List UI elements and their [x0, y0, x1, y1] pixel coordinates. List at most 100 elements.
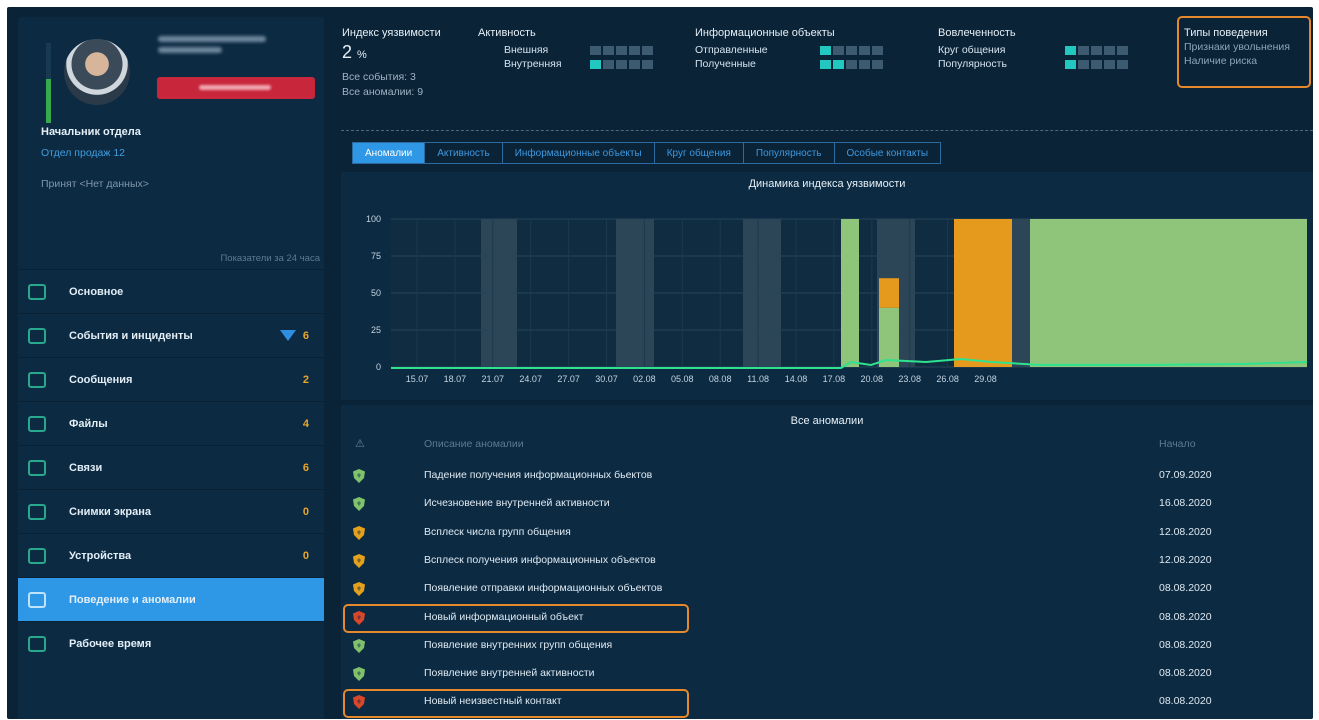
anomaly-description: Всплеск получения информационных объекто…	[424, 553, 656, 566]
activity-internal-meter	[590, 60, 653, 69]
usb-icon	[28, 547, 46, 564]
anomaly-row[interactable]: Всплеск числа групп общения 12.08.2020	[341, 521, 1313, 544]
tab-circle[interactable]: Круг общения	[654, 142, 744, 164]
behavior-type-risk[interactable]: Наличие риска	[1184, 55, 1257, 67]
anomaly-row[interactable]: Появление внутренней активности 08.08.202…	[341, 662, 1313, 685]
department-link[interactable]: Отдел продаж 12	[41, 147, 125, 159]
anomaly-description: Появление внутренних групп общения	[424, 638, 613, 651]
activity-title: Активность	[478, 27, 536, 39]
description-column-header[interactable]: Описание аномалии	[424, 438, 524, 450]
anomalies-panel: Все аномалии ⚠ Описание аномалии Начало …	[341, 405, 1313, 719]
y-tick-label: 0	[376, 362, 381, 372]
sidebar-item-1[interactable]: Основное	[18, 269, 324, 313]
meter-segment	[859, 46, 870, 55]
anomaly-start-date: 08.08.2020	[1159, 695, 1212, 708]
anomaly-row[interactable]: Падение получения информационных бьектов…	[341, 464, 1313, 487]
severity-column-icon: ⚠	[355, 438, 365, 450]
sidebar-item-4[interactable]: Файлы 4	[18, 401, 324, 445]
hired-label: Принят <Нет данных>	[41, 178, 149, 190]
anomaly-start-date: 08.08.2020	[1159, 667, 1212, 680]
tab-special-contacts[interactable]: Особые контакты	[834, 142, 942, 164]
sidebar-item-label: События и инциденты	[69, 329, 193, 342]
orange-shield-icon	[353, 553, 365, 568]
behavior-type-dismissal[interactable]: Признаки увольнения	[1184, 41, 1290, 53]
anomaly-row[interactable]: Исчезновение внутренней активности 16.08.…	[341, 492, 1313, 515]
app-window: Начальник отдела Отдел продаж 12 Принят …	[7, 7, 1313, 719]
meter-segment	[833, 46, 844, 55]
bar-green	[879, 307, 899, 367]
anomaly-start-date: 08.08.2020	[1159, 582, 1212, 595]
x-tick-label: 15.07	[406, 374, 429, 384]
anomaly-row[interactable]: Появление отправки информационных объект…	[341, 577, 1313, 600]
anomaly-description: Появление отправки информационных объект…	[424, 582, 663, 595]
meter-segment	[859, 60, 870, 69]
meter-segment	[872, 46, 883, 55]
anomaly-row[interactable]: Всплеск получения информационных объекто…	[341, 549, 1313, 572]
anomaly-row[interactable]: Появление внутренних групп общения 08.08.…	[341, 634, 1313, 657]
meter-segment	[820, 46, 831, 55]
start-column-header[interactable]: Начало	[1159, 438, 1196, 450]
activity-external-label: Внешняя	[504, 44, 549, 56]
tab-activity[interactable]: Активность	[425, 142, 503, 164]
x-tick-label: 18.07	[444, 374, 467, 384]
engagement-popularity-meter	[1065, 60, 1128, 69]
meter-segment	[629, 46, 640, 55]
all-events-label: Все события: 3	[342, 71, 416, 83]
x-tick-label: 29.08	[974, 374, 997, 384]
meter-segment	[1104, 60, 1115, 69]
green-shield-icon	[353, 638, 365, 653]
tab-bar: Аномалии Активность Информационные объек…	[352, 142, 942, 164]
sidebar-item-9[interactable]: Рабочее время	[18, 621, 324, 665]
x-tick-label: 30.07	[595, 374, 618, 384]
x-tick-label: 02.08	[633, 374, 656, 384]
meter-segment	[590, 60, 601, 69]
sidebar-item-label: Основное	[69, 285, 124, 298]
employee-name-redacted	[158, 36, 266, 42]
meter-segment	[1117, 60, 1128, 69]
y-tick-label: 25	[371, 325, 381, 335]
calendar-icon	[28, 635, 46, 652]
anomaly-start-date: 16.08.2020	[1159, 497, 1212, 510]
sidebar-item-3[interactable]: Сообщения 2	[18, 357, 324, 401]
position-label: Начальник отдела	[41, 126, 141, 138]
sidebar-item-count: 6	[302, 461, 309, 474]
anomaly-start-date: 08.08.2020	[1159, 610, 1212, 623]
period-label: Показатели за 24 часа	[220, 253, 320, 264]
tab-info-objects[interactable]: Информационные объекты	[502, 142, 655, 164]
sidebar-item-2[interactable]: События и инциденты 6	[18, 313, 324, 357]
header-divider	[341, 130, 1313, 131]
tab-popularity[interactable]: Популярность	[743, 142, 835, 164]
vuln-index-title: Индекс уязвимости	[342, 27, 441, 39]
engagement-popularity-label: Популярность	[938, 58, 1007, 70]
main-content: Индекс уязвимости 2 % Все события: 3 Все…	[333, 7, 1313, 719]
engagement-circle-meter	[1065, 46, 1128, 55]
green-shield-icon	[353, 667, 365, 682]
meter-segment	[629, 60, 640, 69]
meter-segment	[1117, 46, 1128, 55]
x-tick-label: 20.08	[861, 374, 884, 384]
activity-level-bar	[46, 43, 51, 123]
sidebar-item-6[interactable]: Снимки экрана 0	[18, 489, 324, 533]
sidebar-item-7[interactable]: Устройства 0	[18, 533, 324, 577]
events-icon	[28, 327, 46, 344]
meter-segment	[616, 60, 627, 69]
x-tick-label: 17.08	[823, 374, 846, 384]
meter-segment	[846, 60, 857, 69]
network-icon	[28, 459, 46, 476]
sidebar-item-5[interactable]: Связи 6	[18, 445, 324, 489]
activity-external-meter	[590, 46, 653, 55]
meter-segment	[1065, 60, 1076, 69]
sidebar-item-label: Рабочее время	[69, 637, 152, 650]
meter-segment	[833, 60, 844, 69]
tab-anomalies[interactable]: Аномалии	[352, 142, 426, 164]
orange-shield-icon	[353, 582, 365, 597]
meter-segment	[642, 60, 653, 69]
x-tick-label: 14.08	[785, 374, 808, 384]
y-tick-label: 100	[366, 214, 381, 224]
sidebar-item-8[interactable]: Поведение и аномалии	[18, 577, 324, 621]
anomaly-description: Исчезновение внутренней активности	[424, 497, 610, 510]
behavior-icon	[28, 591, 46, 608]
filter-icon[interactable]	[280, 330, 296, 341]
dismissal-button[interactable]	[157, 77, 315, 99]
sidebar-item-count: 0	[302, 549, 309, 562]
